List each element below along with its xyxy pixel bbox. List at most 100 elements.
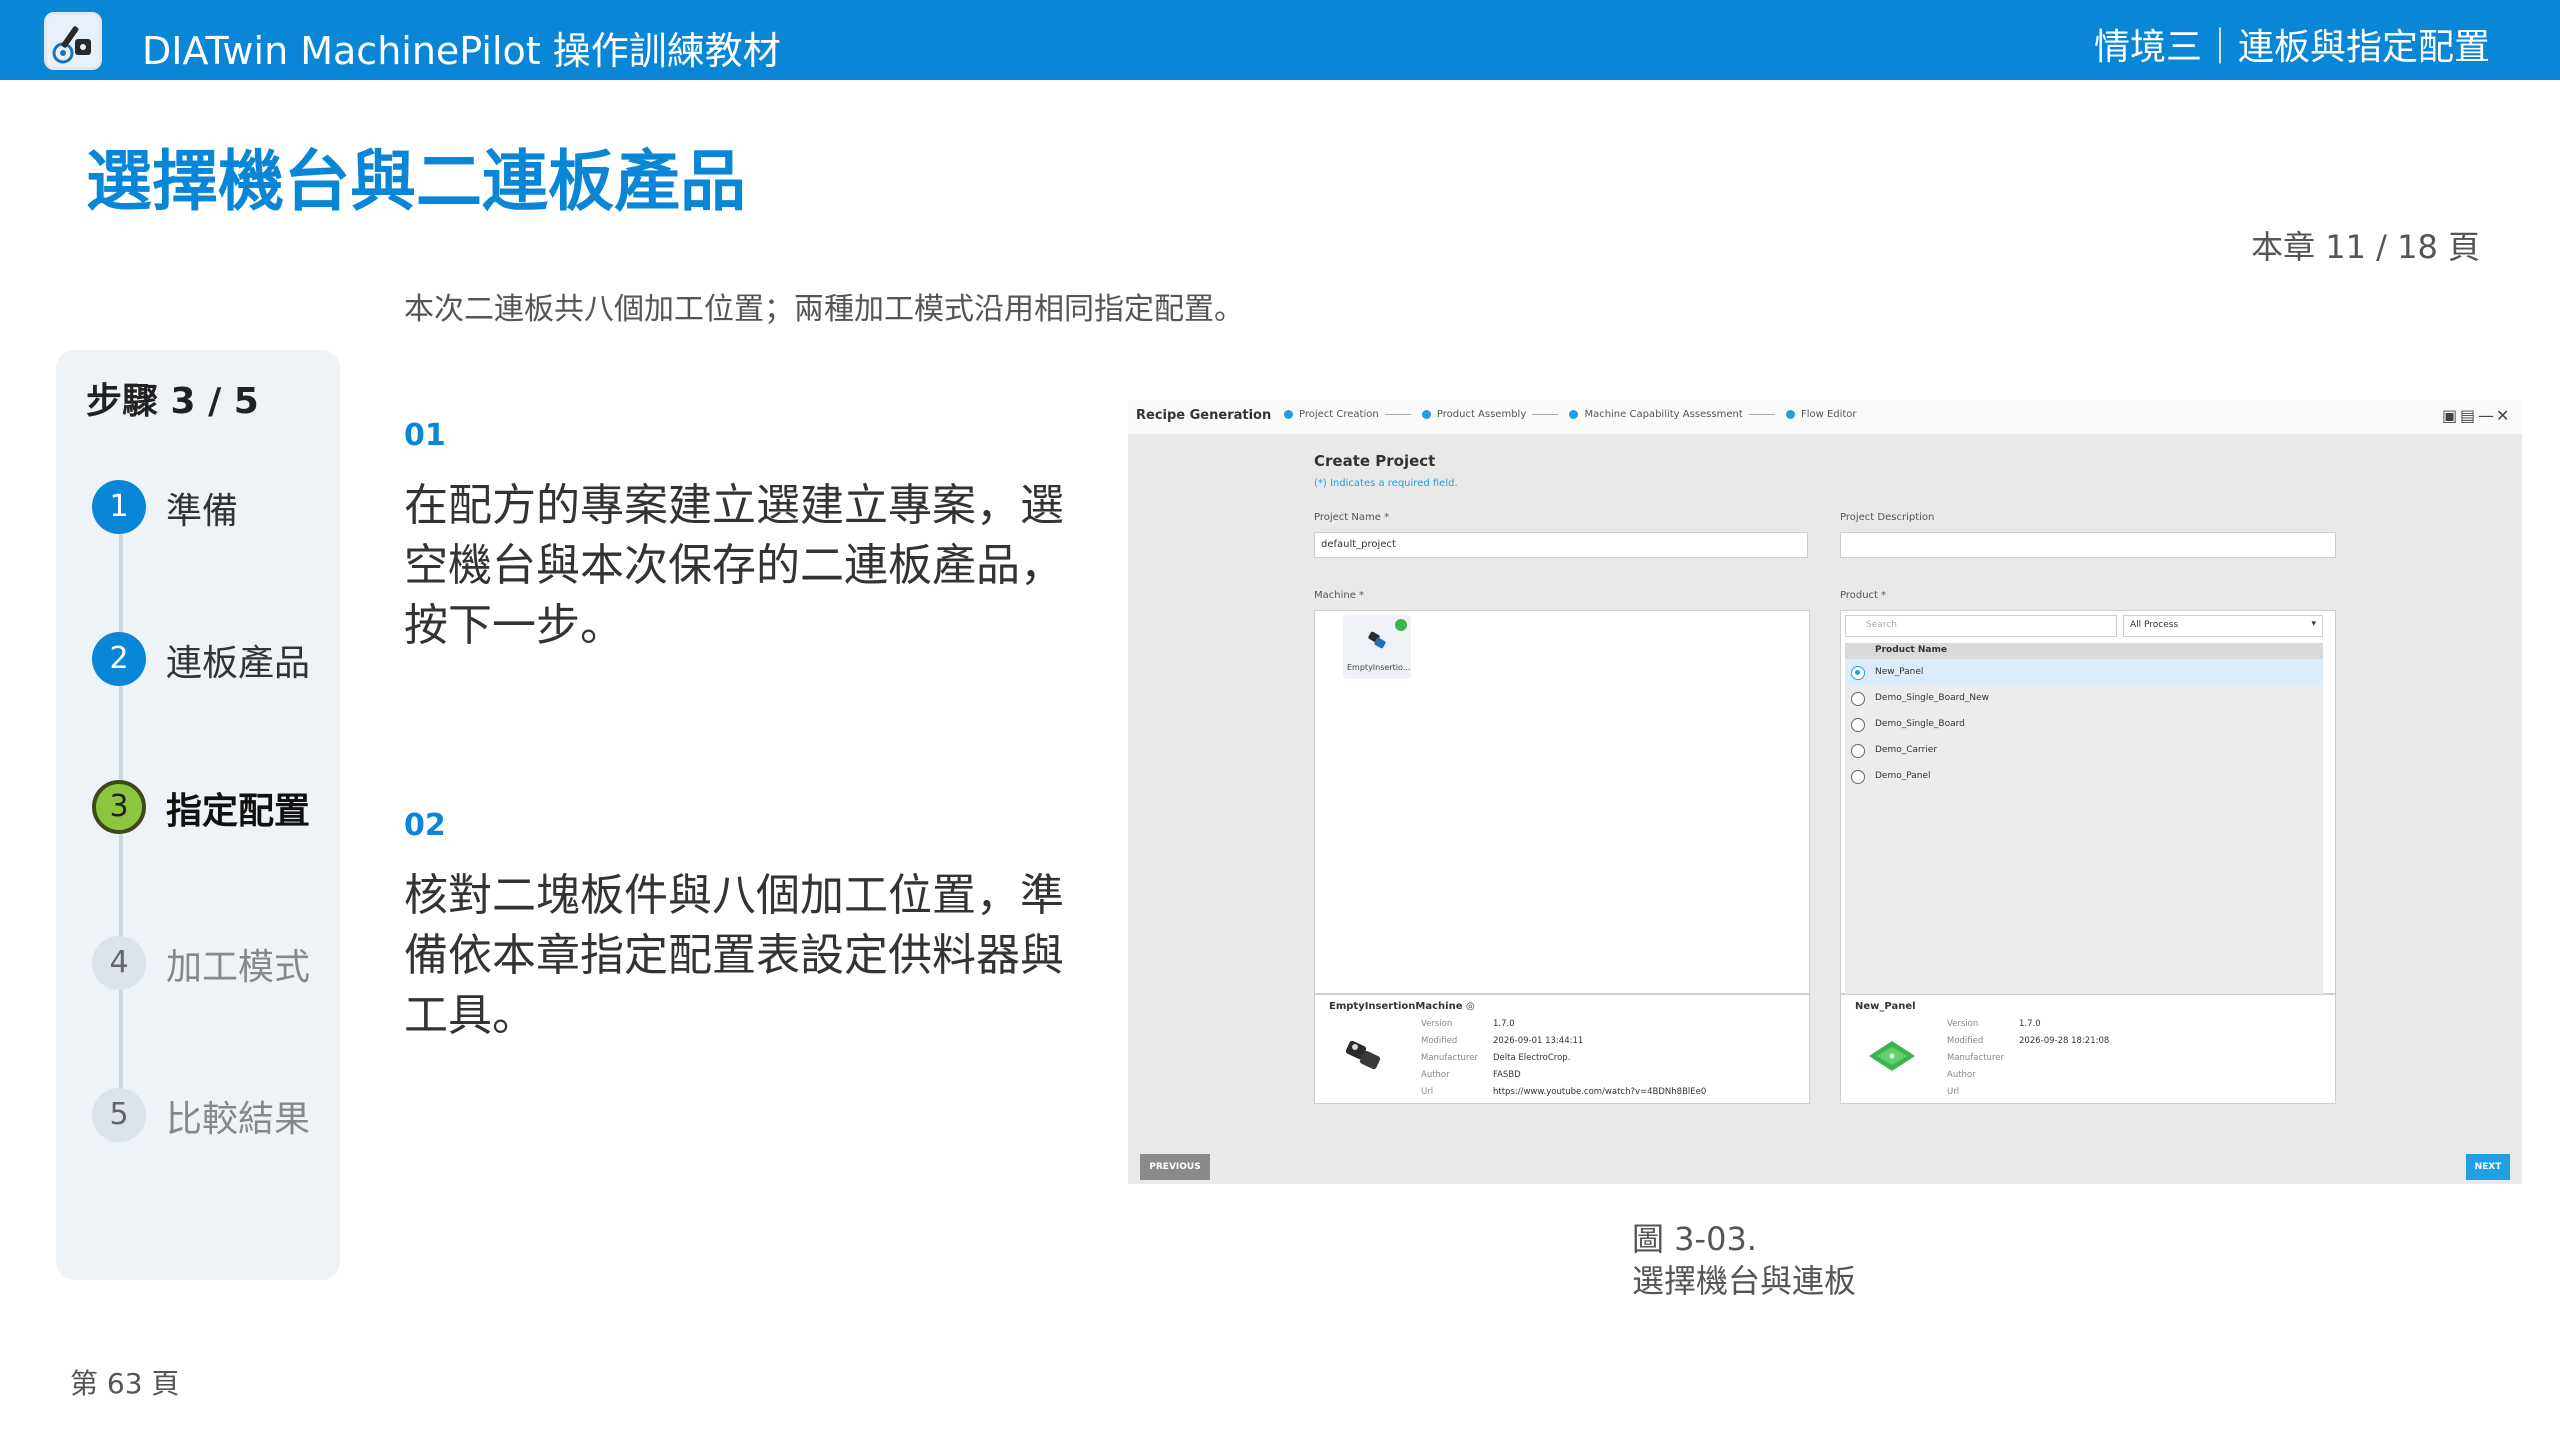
product-row[interactable]: New_Panel (1845, 659, 2323, 685)
product-list-pane: Search All Process ▾ Product Name New_Pan… (1840, 610, 2336, 995)
step-progress-title: 步驟 3 / 5 (86, 381, 259, 422)
step-progress-panel: 步驟 3 / 5 1 準備 2 連板產品 3 指定配置 4 加工模式 5 比較結… (56, 350, 340, 1280)
info-key: Version (1421, 1019, 1453, 1029)
intro-text: 本次二連板共八個加工位置；兩種加工模式沿用相同指定配置。 (404, 292, 1244, 327)
instruction-text-1: 在配方的專案建立選建立專案，選空機台與本次保存的二連板產品，按下一步。 (404, 480, 1064, 651)
product-name: Demo_Single_Board (1875, 719, 1965, 729)
instruction-number-1: 01 (404, 418, 446, 453)
machine-image-icon (1345, 1040, 1381, 1070)
step-number: 3 (92, 780, 146, 834)
breadcrumb-product-assembly[interactable]: Product Assembly (1421, 409, 1559, 420)
product-name: Demo_Carrier (1875, 745, 1938, 755)
step-label: 比較結果 (166, 1099, 311, 1140)
radio-icon[interactable] (1851, 718, 1865, 732)
step-number: 2 (92, 632, 146, 686)
info-key: Modified (1421, 1036, 1458, 1046)
info-value: Delta ElectroCrop. (1493, 1053, 1571, 1063)
minimize-icon[interactable]: — (2478, 406, 2496, 425)
page-number: 第 63 頁 (70, 1367, 180, 1400)
product-name: Demo_Single_Board_New (1875, 693, 1989, 703)
breadcrumb-machine-capability[interactable]: Machine Capability Assessment (1569, 409, 1775, 420)
page-title: 選擇機台與二連板產品 (86, 143, 746, 220)
window-controls: ▣▤—✕ (2442, 406, 2514, 425)
save-icon[interactable]: ▣ (2442, 406, 2460, 425)
product-row[interactable]: Demo_Carrier (1845, 737, 2323, 763)
figure-caption-number: 圖 3-03. (1632, 1220, 1757, 1258)
instruction-number-2: 02 (404, 808, 446, 843)
figure-screenshot: Recipe Generation Project Creation Produ… (1128, 400, 2522, 1184)
step-label: 準備 (166, 491, 239, 532)
app-logo-icon (44, 12, 102, 70)
machine-list-pane: EmptyInsertio... (1314, 610, 1810, 994)
product-row[interactable]: Demo_Single_Board_New (1845, 685, 2323, 711)
info-key: Manufacturer (1947, 1053, 2004, 1063)
pcb-panel-icon (1869, 1041, 1915, 1071)
recipe-titlebar: Recipe Generation Project Creation Produ… (1128, 400, 2522, 434)
info-value: 1.7.0 (1493, 1019, 1515, 1029)
step-item-1[interactable]: 1 準備 (92, 476, 332, 536)
step-label: 指定配置 (166, 791, 311, 832)
step-item-4[interactable]: 4 加工模式 (92, 932, 332, 992)
radio-icon[interactable] (1851, 744, 1865, 758)
info-key: Manufacturer (1421, 1053, 1478, 1063)
product-row[interactable]: Demo_Single_Board (1845, 711, 2323, 737)
product-row[interactable]: Demo_Panel (1845, 763, 2323, 789)
step-number: 4 (92, 936, 146, 990)
next-button[interactable]: NEXT (2466, 1154, 2510, 1180)
chevron-down-icon: ▾ (2311, 619, 2316, 629)
step-number: 5 (92, 1088, 146, 1142)
info-value: 2026-09-01 13:44:11 (1493, 1036, 1584, 1046)
previous-button[interactable]: PREVIOUS (1140, 1154, 1210, 1180)
step-item-2[interactable]: 2 連板產品 (92, 628, 332, 688)
machine-card[interactable]: EmptyInsertio... (1343, 615, 1411, 679)
project-name-label: Project Name * (1314, 512, 1390, 523)
step-item-5[interactable]: 5 比較結果 (92, 1084, 332, 1144)
chapter-page-counter: 本章 11 / 18 頁 (2251, 228, 2480, 266)
selected-check-icon (1395, 619, 1407, 631)
info-key: Url (1947, 1087, 1960, 1097)
machine-info-name: EmptyInsertionMachine ◎ (1329, 1001, 1475, 1012)
info-key: Author (1947, 1070, 1976, 1080)
breadcrumb-flow-editor[interactable]: Flow Editor (1785, 409, 1857, 420)
machine-url-link[interactable]: https://www.youtube.com/watch?v=4BDNh8Bl… (1493, 1087, 1706, 1097)
product-name: Demo_Panel (1875, 771, 1931, 781)
product-name: New_Panel (1875, 667, 1924, 677)
process-filter-select[interactable]: All Process ▾ (2123, 615, 2323, 637)
breadcrumb-project-creation[interactable]: Project Creation (1284, 409, 1411, 420)
create-project-title: Create Project (1314, 452, 1436, 470)
chapter-title: 情境三｜連板與指定配置 (2093, 27, 2490, 68)
step-number: 1 (92, 480, 146, 534)
machine-info-panel: EmptyInsertionMachine ◎ Version 1.7.0 Mo… (1314, 994, 1810, 1104)
info-key: Modified (1947, 1036, 1984, 1046)
figure-caption: 圖 3-03. 選擇機台與連板 (1632, 1218, 1856, 1302)
machine-label: Machine * (1314, 590, 1365, 601)
eye-icon[interactable]: ◎ (1466, 1001, 1475, 1012)
info-key: Author (1421, 1070, 1450, 1080)
radio-selected-icon[interactable] (1851, 666, 1865, 680)
required-note: (*) Indicates a required field. (1314, 478, 1458, 489)
header-bar: DIATwin MachinePilot 操作訓練教材 情境三｜連板與指定配置 (0, 0, 2560, 80)
recipe-app-title: Recipe Generation (1136, 408, 1272, 423)
radio-icon[interactable] (1851, 692, 1865, 706)
product-info-panel: New_Panel Version 1.7.0 Modified 2026-09… (1840, 994, 2336, 1104)
info-value: FASBD (1493, 1070, 1521, 1080)
step-label: 連板產品 (166, 643, 311, 684)
step-label: 加工模式 (166, 947, 311, 988)
product-search-input[interactable]: Search (1845, 615, 2117, 637)
project-description-label: Project Description (1840, 512, 1935, 523)
project-description-input[interactable] (1840, 532, 2336, 558)
wizard-breadcrumb: Project Creation Product Assembly Machin… (1284, 409, 1865, 425)
save-as-icon[interactable]: ▤ (2460, 406, 2478, 425)
figure-caption-text: 選擇機台與連板 (1632, 1262, 1857, 1300)
info-key: Url (1421, 1087, 1434, 1097)
product-label: Product * (1840, 590, 1887, 601)
product-info-name: New_Panel (1855, 1001, 1916, 1012)
step-item-3[interactable]: 3 指定配置 (92, 776, 332, 836)
project-name-input[interactable]: default_project (1314, 532, 1808, 558)
info-key: Version (1947, 1019, 1979, 1029)
machine-thumbnail-icon (1368, 631, 1386, 649)
radio-icon[interactable] (1851, 770, 1865, 784)
machine-card-name: EmptyInsertio... (1347, 663, 1411, 672)
close-icon[interactable]: ✕ (2496, 406, 2514, 425)
info-value: 2026-09-28 18:21:08 (2019, 1036, 2110, 1046)
